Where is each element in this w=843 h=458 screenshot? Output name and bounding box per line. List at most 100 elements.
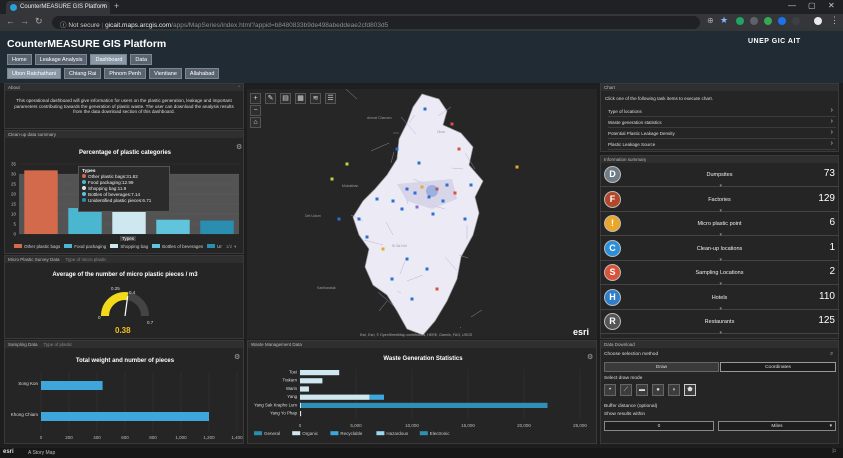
place-label: Si Sa Ket (392, 244, 407, 248)
info-row-label: Clean-up locations (696, 245, 743, 252)
nav-city-chiang-rai[interactable]: Chiang Rai (64, 68, 102, 79)
layers-icon[interactable]: ≋ (310, 93, 321, 104)
waste-panel-title: Waste Management Data (248, 341, 596, 348)
rectangle-icon[interactable]: ▬ (636, 384, 648, 396)
info-row-label: Dumpsites (706, 172, 733, 178)
map-point (420, 185, 424, 189)
distance-input[interactable]: 0 (604, 421, 714, 431)
share-icon[interactable]: ⚐ (832, 448, 837, 455)
point-icon[interactable]: • (604, 384, 616, 396)
draw-icon[interactable]: ✎ (265, 93, 276, 104)
tooltip-item-text: Bottles of beverages:7.14 (88, 192, 141, 197)
info-panel-title-text: Information summary (604, 157, 647, 162)
footer-esri-logo: esri (3, 449, 14, 455)
legend-label: Organic (302, 431, 319, 436)
nav-dashboard[interactable]: Dashboard (90, 54, 128, 65)
about-title-text: About (8, 85, 20, 90)
basemap-icon[interactable]: ▦ (295, 93, 306, 104)
close-tab-icon[interactable]: × (102, 3, 106, 10)
micro-filter-dropdown[interactable]: Type of micro plastic (66, 257, 107, 262)
x-tick-label: 0 (299, 423, 302, 428)
legend-icon[interactable]: ☰ (325, 93, 336, 104)
about-title: About ▫ (5, 84, 243, 91)
profile-avatar[interactable] (814, 17, 822, 25)
zoom-icon[interactable]: ⊕ (707, 16, 714, 25)
forward-icon[interactable]: → (20, 16, 29, 26)
close-window-icon[interactable]: ✕ (828, 1, 835, 10)
waste-panel-title-text: Waste Management Data (251, 342, 302, 347)
chart-item-waste-generation[interactable]: Waste generation statistics › (608, 118, 836, 128)
map-point (413, 191, 417, 195)
tab-draw[interactable]: Draw (604, 362, 719, 372)
district-map[interactable]: Amnat Charoen Ubon Det Udom Kantharalak Si S… (247, 89, 597, 339)
info-panel-title: Information summary (601, 156, 838, 163)
sampling-filter-dropdown[interactable]: Type of plastic (44, 342, 73, 347)
legend-swatch (376, 431, 385, 436)
nav-city-phnom-penh[interactable]: Phnom Penh (104, 68, 147, 79)
tab-coordinates[interactable]: Coordinates (720, 362, 836, 372)
extension-icon[interactable] (764, 17, 772, 25)
legend-label: Food packaging (74, 244, 107, 249)
unit-select[interactable]: Miles ▾ (718, 421, 836, 431)
micro-chart-title: Average of the number of micro plastic p… (52, 272, 198, 278)
zoom-out-button[interactable]: − (250, 105, 261, 116)
info-row-value: 129 (818, 192, 835, 204)
map-view[interactable]: Amnat Charoen Ubon Det Udom Kantharalak Si S… (247, 89, 597, 339)
print-icon[interactable]: ▤ (280, 93, 291, 104)
info-row-hotels[interactable]: H Hotels 110 ▾ (600, 287, 839, 312)
new-tab-button[interactable]: + (114, 1, 119, 11)
chevron-down-icon[interactable]: ▾ (234, 244, 236, 249)
home-icon[interactable]: ⌂ (250, 117, 261, 128)
freehand-icon[interactable]: ◗ (668, 384, 680, 396)
zoom-in-button[interactable]: + (250, 93, 261, 104)
maximize-icon[interactable]: ▢ (808, 1, 816, 10)
search-icon[interactable]: ⌕ (830, 351, 833, 358)
info-row-micro-plastic-point[interactable]: ! Micro plastic point 6 ▾ (600, 213, 839, 238)
info-row-sampling-locations[interactable]: S Sampling Locations 2 ▾ (600, 262, 839, 287)
polygon-icon[interactable]: ⬟ (684, 384, 696, 396)
nav-city-vientiane[interactable]: Vientiane (149, 68, 182, 79)
chart-item-leakage-density[interactable]: Potential Plastic Leakage Density › (608, 129, 836, 139)
url-host: gicait.maps.arcgis.com (105, 22, 172, 29)
menu-icon[interactable]: ⋮ (830, 15, 839, 26)
extension-icon[interactable] (792, 17, 800, 25)
back-icon[interactable]: ← (6, 16, 15, 26)
download-panel: Data Download Choose selection method ⌕ … (600, 340, 839, 444)
extension-icon[interactable] (778, 17, 786, 25)
nav-leakage-analysis[interactable]: Leakage Analysis (34, 54, 88, 65)
info-row-factories[interactable]: F Factories 129 ▾ (600, 189, 839, 214)
info-row-icon: ! (604, 215, 621, 232)
map-point (375, 197, 379, 201)
place-label: Kantharalak (317, 286, 336, 290)
browser-tab[interactable]: CounterMEASURE GIS Platform × (6, 1, 110, 14)
chart-item-type-of-locations[interactable]: Type of locations › (608, 107, 836, 117)
maximize-panel-icon[interactable]: ▫ (238, 84, 240, 90)
map-point (381, 247, 385, 251)
chart-item-leakage-source[interactable]: Plastic Leakage Source › (608, 140, 836, 150)
x-tick-label: 1,200 (203, 435, 215, 440)
district-boundary (470, 309, 483, 318)
sampling-chart-title: Total weight and number of pieces (75, 358, 175, 364)
nav-city-allahabad[interactable]: Allahabad (184, 68, 220, 79)
waste-chart-title: Waste Generation Statistics (383, 356, 463, 362)
legend-swatch (110, 244, 119, 248)
info-row-clean-up-locations[interactable]: C Clean-up locations 1 ▾ (600, 238, 839, 263)
info-row-restaurants[interactable]: R Restaurants 125 ▾ (600, 311, 839, 336)
legend-label: Shopping bag (120, 244, 149, 249)
url-bar[interactable]: ⓘ Not secure | gicait.maps.arcgis.com/ap… (52, 16, 700, 29)
bookmark-star-icon[interactable]: ★ (720, 15, 728, 26)
extension-icon[interactable] (750, 17, 758, 25)
legend-label: Bottles of beverages (162, 244, 204, 249)
minimize-icon[interactable]: — (788, 1, 796, 10)
show-results-label: Show results within (604, 412, 646, 417)
polyline-icon[interactable]: ⟋ (620, 384, 632, 396)
gauge-tick: 0.7 (147, 320, 154, 325)
reload-icon[interactable]: ↻ (35, 16, 43, 27)
info-row-label: Micro plastic point (697, 221, 742, 227)
extension-icon[interactable] (736, 17, 744, 25)
info-row-dumpsites[interactable]: D Dumpsites 73 ▾ (600, 164, 839, 189)
circle-icon[interactable]: ● (652, 384, 664, 396)
nav-home[interactable]: Home (7, 54, 32, 65)
nav-city-ubon[interactable]: Ubon Ratchathani (7, 68, 62, 79)
nav-data[interactable]: Data (130, 54, 153, 65)
